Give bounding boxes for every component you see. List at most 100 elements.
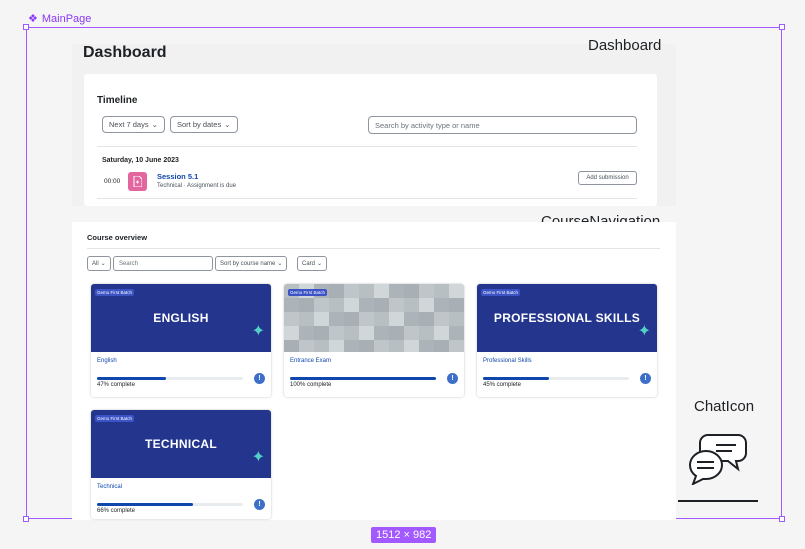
pixel-tile [314,326,329,340]
pixel-tile [449,284,464,298]
info-icon[interactable]: ! [254,499,265,510]
pixel-tile [329,298,344,312]
pixel-tile [434,326,449,340]
dashboard-annotation: Dashboard [588,37,662,54]
pixel-tile [449,326,464,340]
size-badge: 1512 × 982 [371,527,437,543]
course-name-link[interactable]: English [97,358,117,364]
pixel-tile [299,298,314,312]
pixel-tile [374,340,389,352]
progress-fill [97,377,166,380]
batch-tag: Gemo First Batch [95,415,135,422]
course-card-entrance-exam[interactable]: Gemo First Batch Entrance Exam 100% comp… [284,284,464,397]
pixel-tile [359,284,374,298]
pixel-tile [389,326,404,340]
pixel-tile [449,312,464,326]
info-icon[interactable]: ! [254,373,265,384]
pixel-tile [419,326,434,340]
pixel-tile [359,312,374,326]
progress-bar [290,377,436,380]
course-card-technical[interactable]: TECHNICAL Gemo First Batch ✦ Technical 6… [91,410,271,519]
progress-bar [97,377,243,380]
component-icon: ❖ [28,13,38,25]
pixel-tile [329,312,344,326]
progress-bar [97,503,243,506]
course-search-input[interactable]: Search [113,256,213,271]
pixel-tile [404,326,419,340]
pixel-tile [389,312,404,326]
course-card-professional-skills[interactable]: PROFESSIONAL SKILLS Gemo First Batch ✦ P… [477,284,657,397]
pixel-tile [434,312,449,326]
timeline-date: Saturday, 10 June 2023 [102,157,179,164]
timeline-title: Timeline [97,95,138,106]
event-link[interactable]: Session 5.1 [157,172,198,181]
chat-icon[interactable] [686,431,750,485]
batch-tag: Gemo First Batch [481,289,521,296]
pixel-tile [284,326,299,340]
pixel-tile [359,298,374,312]
course-name-link[interactable]: Technical [97,484,122,490]
pixel-tile [329,340,344,352]
progress-text: 100% complete [290,382,332,388]
course-overview-title: Course overview [87,233,148,242]
resize-handle[interactable] [23,24,29,30]
pixel-tile [419,298,434,312]
progress-bar [483,377,629,380]
pixel-tile [329,284,344,298]
divider [97,146,637,147]
days-filter-dropdown[interactable]: Next 7 days ⌄ [102,116,165,133]
resize-handle[interactable] [779,24,785,30]
progress-text: 45% complete [483,382,522,388]
pixel-tile [434,284,449,298]
resize-handle[interactable] [23,516,29,522]
course-filter-dropdown[interactable]: All ⌄ [87,256,111,271]
pixel-tile [344,298,359,312]
pixel-tile [449,340,464,352]
pixel-tile [299,340,314,352]
pixel-tile [314,298,329,312]
view-mode-dropdown[interactable]: Card ⌄ [297,256,328,271]
pixel-tile [374,298,389,312]
chevron-down-icon: ⌄ [224,120,231,129]
info-icon[interactable]: ! [447,373,458,384]
pixel-tile [434,340,449,352]
pixel-tile [404,284,419,298]
pixel-tile [284,340,299,352]
sparkle-icon: ✦ [251,323,265,340]
chevron-down-icon: ⌄ [151,120,158,129]
pixel-tile [389,298,404,312]
chevron-down-icon: ⌄ [100,261,106,267]
pixel-tile [419,284,434,298]
sparkle-icon: ✦ [251,449,265,466]
course-card-english[interactable]: ENGLISH Gemo First Batch ✦ English 47% c… [91,284,271,397]
sparkle-icon: ✦ [637,323,651,340]
resize-handle[interactable] [779,516,785,522]
course-name-link[interactable]: Professional Skills [483,358,532,364]
course-name-link[interactable]: Entrance Exam [290,358,331,364]
assignment-icon [128,172,147,191]
info-icon[interactable]: ! [640,373,651,384]
frame-name: MainPage [41,12,92,25]
progress-text: 66% complete [97,508,136,514]
pixel-tile [299,326,314,340]
divider [87,248,660,249]
batch-tag: Gemo First Batch [288,289,328,296]
course-sort-dropdown[interactable]: Sort by course name ⌄ [215,256,288,271]
timeline-search-input[interactable]: Search by activity type or name [368,116,637,134]
sort-dates-dropdown[interactable]: Sort by dates ⌄ [170,116,238,133]
pixel-tile [284,298,299,312]
pixel-tile [374,284,389,298]
frame-label: ❖ MainPage [28,12,92,26]
sort-dates-label: Sort by dates [177,120,222,129]
pixel-tile [404,312,419,326]
pixel-tile [314,312,329,326]
pixel-tile [374,312,389,326]
chat-icon-annotation: ChatIcon [694,398,755,415]
progress-fill [483,377,549,380]
pixel-tile [299,312,314,326]
pixel-tile [284,312,299,326]
add-submission-button[interactable]: Add submission [578,171,637,185]
pixel-tile [419,312,434,326]
course-filter-label: All [92,260,99,267]
pixel-tile [374,326,389,340]
